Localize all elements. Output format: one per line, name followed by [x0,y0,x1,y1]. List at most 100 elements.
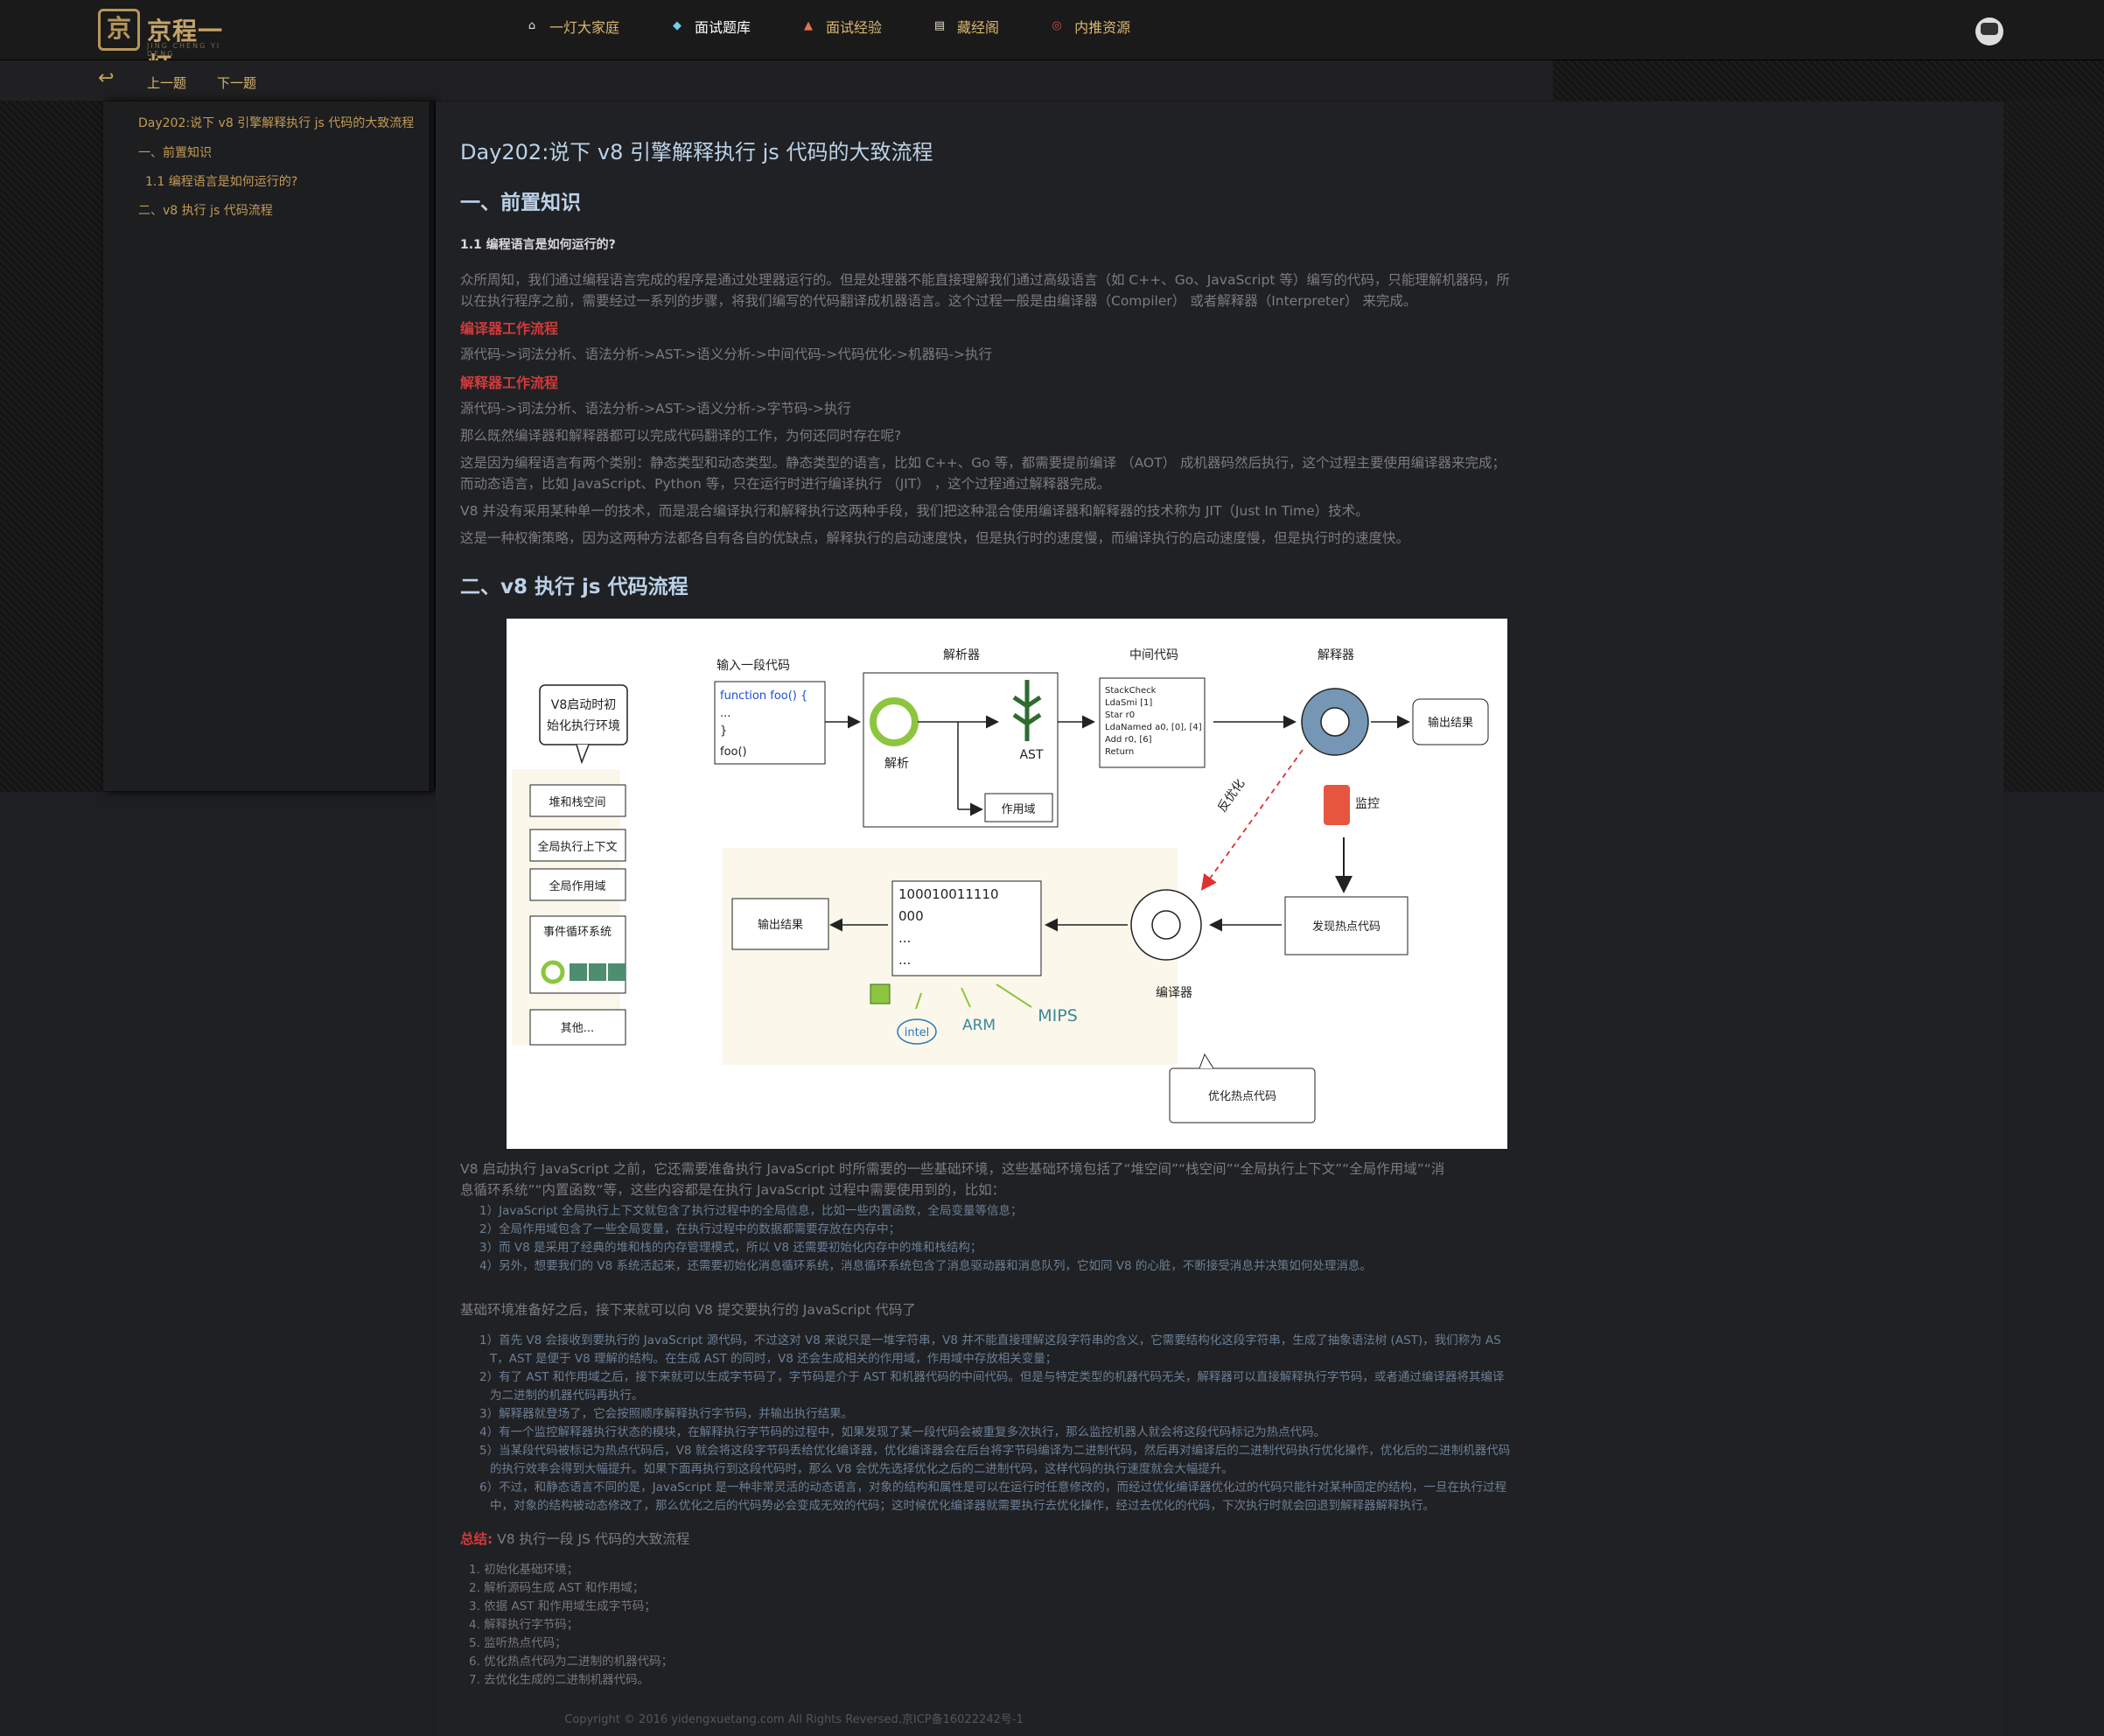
parser-label: 解析器 [943,648,980,662]
nav-question-bank[interactable]: ◆ 面试题库 [670,16,751,37]
init-env-line2: 始化执行环境 [547,719,620,733]
chip-icon [870,984,891,1004]
nav-library[interactable]: ▤ 藏经阁 [933,16,999,37]
output-label-2: 输出结果 [758,918,803,932]
v8-diagram-svg: V8启动时初 始化执行环境 堆和栈空间 全局执行上下文 全局作用域 事件循环系统… [512,648,1489,1124]
book-icon: ▤ [933,19,946,32]
shoe-icon: ▲ [804,19,814,32]
bytecode-line: LdaSmi [1] [1105,698,1152,708]
table-of-contents: Day202:说下 v8 引擎解释执行 js 代码的大致流程 一、前置知识 1.… [103,102,434,791]
list-item: 的执行效率会得到大幅提升。如果下面再执行到这段代码时，那么 V8 会优先选择优化… [490,1462,1234,1476]
bytecode-title: 中间代码 [1129,648,1178,662]
logo-subtext: JING CHENG YI DENG [147,42,221,58]
paragraph-line: 而动态语言，比如 JavaScript、Python 等，只在运行时进行编译执行… [460,476,1111,492]
interpreter-label: 解释器 [1318,648,1354,662]
bytecode-line: Add r0, [6] [1105,735,1152,745]
bytecode-line: LdaNamed a0, [0], [4] [1105,723,1202,732]
back-arrow-icon[interactable]: ↩ [98,69,121,88]
home-icon: ⌂ [528,19,536,32]
v8-flow-diagram: V8启动时初 始化执行环境 堆和栈空间 全局执行上下文 全局作用域 事件循环系统… [507,619,1507,1149]
monitor-label: 监控 [1355,797,1380,811]
prev-question-link[interactable]: 上一题 [147,74,186,92]
optimize-label: 优化热点代码 [1208,1090,1276,1103]
nav-interview-experience[interactable]: ▲ 面试经验 [801,16,882,37]
section-heading-2: 二、v8 执行 js 代码流程 [460,576,689,598]
bytecode-line: Return [1105,747,1134,757]
section-heading-1: 一、前置知识 [460,192,581,214]
toc-item-section1[interactable]: 一、前置知识 [138,144,212,161]
diamond-icon: ◆ [673,19,682,32]
step-item: 7. 去优化生成的二进制机器代码。 [469,1673,650,1687]
binary-line: ... [898,930,911,946]
list-item: 4）另外，想要我们的 V8 系统活起来，还需要初始化消息循环系统，消息循环系统包… [479,1259,1372,1273]
paragraph: 基础环境准备好之后，接下来就可以向 V8 提交要执行的 JavaScript 代… [460,1302,916,1318]
paragraph-line: 这是因为编程语言有两个类别：静态类型和动态类型。静态类型的语言，比如 C++、G… [460,455,1506,471]
arch-mips: MIPS [1038,1006,1078,1026]
interpreter-flow-title: 解释器工作流程 [460,374,559,391]
paragraph: 那么既然编译器和解释器都可以完成代码翻译的工作，为何还同时存在呢? [460,428,902,444]
compiler-flow: 源代码->词法分析、语法分析->AST->语义分析->中间代码->代码优化->机… [460,346,993,362]
env-item-eventloop: 事件循环系统 [543,926,612,939]
nav-label: 内推资源 [1074,19,1131,36]
summary-line: 总结: V8 执行一段 JS 代码的大致流程 [460,1529,1554,1550]
logo-mark: 京 [98,9,140,51]
compiler-label: 编译器 [1156,986,1192,1000]
top-navbar: 京 京程一灯 JING CHENG YI DENG ⌂ 一灯大家庭 ◆ 面试题库… [0,0,2104,80]
summary-text: V8 执行一段 JS 代码的大致流程 [493,1531,690,1547]
nav-label: 藏经阁 [957,19,1000,36]
toc-item-title[interactable]: Day202:说下 v8 引擎解释执行 js 代码的大致流程 [138,114,414,131]
main-nav: ⌂ 一灯大家庭 ◆ 面试题库 ▲ 面试经验 ▤ 藏经阁 ◎ 内推资源 [525,16,1181,37]
user-avatar[interactable] [1975,18,2003,46]
next-question-link[interactable]: 下一题 [217,74,256,92]
list-item: 6）不过，和静态语言不同的是，JavaScript 是一种非常灵活的动态语言，对… [479,1480,1507,1494]
list-item: 3）解释器就登场了，它会按照顺序解释执行字节码，并输出执行结果。 [479,1407,854,1421]
list-item: T，AST 是便于 V8 理解的结构。在生成 AST 的同时，V8 还会生成相关… [490,1352,1058,1366]
list-item: 5）当某段代码被标记为热点代码后，V8 就会将这段字节码丢给优化编译器，优化编译… [479,1444,1511,1458]
subsection-heading: 1.1 编程语言是如何运行的? [460,238,616,252]
hot-code-label: 发现热点代码 [1312,920,1381,934]
site-logo[interactable]: 京 京程一灯 JING CHENG YI DENG [98,9,247,80]
list-item: 4）有一个监控解释器执行状态的模块，在解释执行字节码的过程中，如果发现了某一段代… [479,1425,1326,1439]
interpreter-flow: 源代码->词法分析、语法分析->AST->语义分析->字节码->执行 [460,401,851,416]
nav-label: 面试题库 [695,19,751,36]
article-title: Day202:说下 v8 引擎解释执行 js 代码的大致流程 [460,140,933,164]
summary-label: 总结: [460,1531,493,1547]
binary-line: 100010011110 [898,886,999,902]
init-env-line1: V8启动时初 [551,697,616,712]
bytecode-line: Star r0 [1105,710,1135,720]
toc-item-section2[interactable]: 二、v8 执行 js 代码流程 [138,201,273,219]
footer-copyright: Copyright © 2016 yidengxuetang.com All R… [564,1713,1024,1726]
paragraph-line: V8 启动执行 JavaScript 之前，它还需要准备执行 JavaScrip… [460,1161,1445,1177]
env-item-heap: 堆和栈空间 [549,796,605,809]
list-item: 3）而 V8 是采用了经典的堆和栈的内存管理模式，所以 V8 还需要初始化内存中… [479,1241,982,1255]
arch-intel: intel [905,1026,930,1040]
arch-arm: ARM [962,1017,996,1034]
paragraph: V8 并没有采用某种单一的技术，而是混合编译执行和解释执行这两种手段，我们把这种… [460,503,1369,519]
parse-label: 解析 [884,757,909,771]
monitor-robot-icon [1324,785,1350,825]
nav-label: 一灯大家庭 [549,19,620,36]
compiler-flow-title: 编译器工作流程 [460,320,559,337]
list-item: 中，对象的结构被动态修改了，那么优化之后的代码势必会变成无效的代码；这时候优化编… [490,1499,1435,1513]
list-item: 2）全局作用域包含了一些全局变量，在执行过程中的数据都需要存放在内存中； [479,1222,901,1236]
binary-line: 000 [898,908,924,924]
binary-line: ... [898,952,911,968]
nav-family[interactable]: ⌂ 一灯大家庭 [525,16,619,37]
step-item: 3. 依据 AST 和作用域生成字节码； [469,1600,656,1614]
step-item: 2. 解析源码生成 AST 和作用域； [469,1581,645,1595]
code-line: } [720,724,727,738]
scope-label: 作用域 [1001,803,1035,816]
env-item-other: 其他... [561,1022,594,1035]
paragraph: 这是一种权衡策略，因为这两种方法都各自有各自的优缺点，解释执行的启动速度快，但是… [460,530,1410,546]
ast-label: AST [1019,748,1043,762]
nav-referral[interactable]: ◎ 内推资源 [1050,16,1130,37]
nav-label: 面试经验 [826,19,883,36]
step-item: 4. 解释执行字节码； [469,1618,579,1632]
execution-list: 1）首先 V8 会接收到要执行的 JavaScript 源代码，不过这对 V8 … [479,1332,1554,1516]
toc-item-sub1[interactable]: 1.1 编程语言是如何运行的? [145,172,297,190]
target-icon: ◎ [1052,19,1062,32]
list-item: 1）JavaScript 全局执行上下文就包含了执行过程中的全局信息，比如一些内… [479,1204,1023,1218]
env-list: 1）JavaScript 全局执行上下文就包含了执行过程中的全局信息，比如一些内… [479,1202,1554,1276]
paragraph-line: 息循环系统”“内置函数”等，这些内容都是在执行 JavaScript 过程中需要… [460,1182,1006,1198]
env-item-context: 全局执行上下文 [537,840,617,854]
